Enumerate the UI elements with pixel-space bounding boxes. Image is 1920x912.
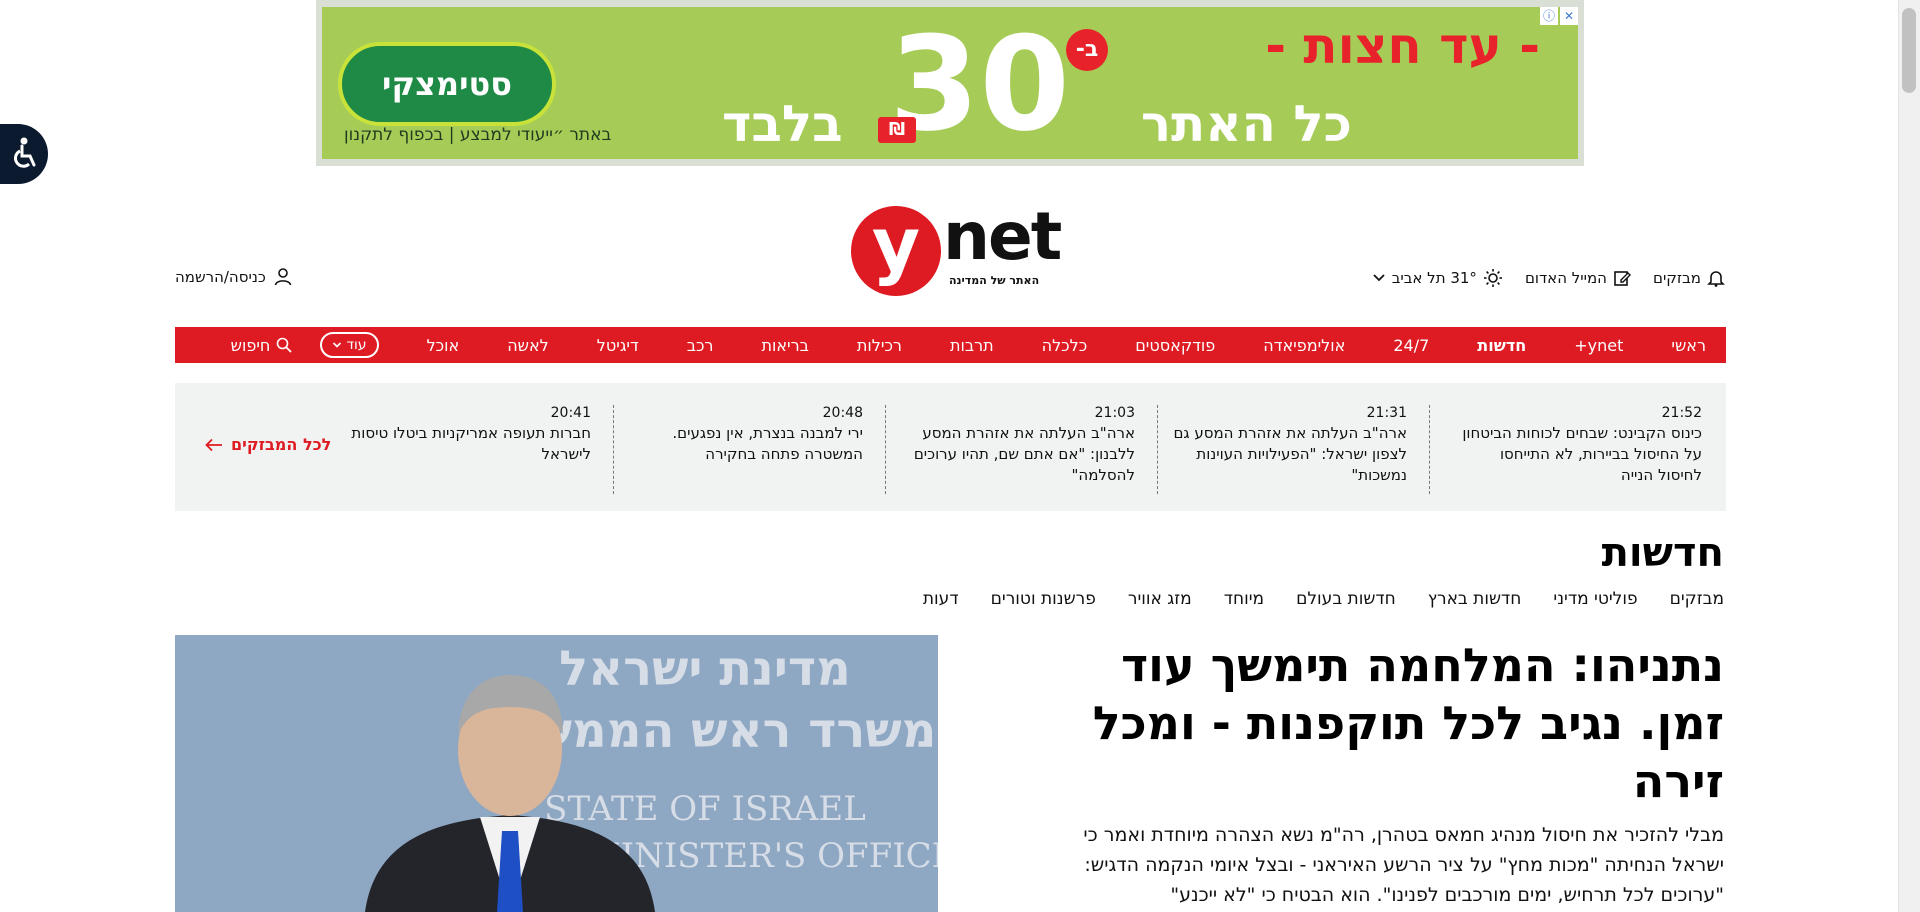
section-title: חדשות (1601, 530, 1724, 576)
flash-text: ארה"ב העלתה את אזהרת המסע גם לצפון ישראל… (1173, 424, 1407, 484)
all-flashes-link[interactable]: לכל המבזקים (205, 435, 331, 454)
section-subnav: מבזקים פוליטי מדיני חדשות בארץ חדשות בעו… (923, 589, 1724, 609)
ad-controls: ⓘ ✕ (1540, 7, 1578, 25)
ad-percent-marker: ב- (1066, 29, 1108, 71)
accessibility-icon (14, 137, 36, 168)
all-flashes-label: לכל המבזקים (231, 435, 332, 454)
logo-y: y (851, 206, 941, 296)
nav-item-cars[interactable]: רכב (687, 336, 714, 355)
close-icon[interactable]: ✕ (1560, 7, 1578, 25)
subnav-item-opinions[interactable]: דעות (923, 589, 959, 609)
nav-item-economy[interactable]: כלכלה (1042, 336, 1088, 355)
ad-headline: - עד חצות - (1265, 17, 1540, 75)
ad-only-text: בלבד (722, 95, 843, 153)
photo-sign-line1: מדינת ישראל (559, 641, 851, 697)
subnav-item-special[interactable]: מיוחד (1224, 589, 1264, 609)
alerts-label: מבזקים (1652, 269, 1701, 287)
login-label: כניסה/הרשמה (175, 268, 266, 286)
main-story-photo: מדינת ישראל משרד ראש הממשלה STATE OF ISR… (175, 635, 938, 912)
main-nav: ראשי ynet+ חדשות 24/7 אולימפיאדה פודקאסט… (175, 327, 1726, 363)
subnav-item-weather[interactable]: מזג אוויר (1128, 589, 1192, 609)
subnav-item-world-news[interactable]: חדשות בעולם (1296, 589, 1396, 609)
nav-item-culture[interactable]: תרבות (950, 336, 994, 355)
red-mail-label: המייל האדום (1524, 269, 1607, 287)
flash-item[interactable]: 21:31 ארה"ב העלתה את אזהרת המסע גם לצפון… (1158, 405, 1430, 494)
flash-text: חברות תעופה אמריקניות ביטלו טיסות לישראל (351, 424, 591, 463)
nav-item-digital[interactable]: דיגיטל (597, 336, 639, 355)
ad-brand-logo: סטימצקי (338, 42, 556, 126)
flash-time: 21:03 (1094, 405, 1135, 421)
search-label: חיפוש (230, 335, 271, 355)
nav-item-news[interactable]: חדשות (1477, 336, 1526, 355)
flash-time: 21:31 (1366, 405, 1407, 421)
subnav-item-local-news[interactable]: חדשות בארץ (1428, 589, 1522, 609)
flash-item[interactable]: 20:41 חברות תעופה אמריקניות ביטלו טיסות … (342, 405, 614, 494)
logo-tagline: האתר של המדינה (949, 274, 1040, 287)
ad-subline: כל האתר (1141, 95, 1352, 153)
main-story-subtitle: מבלי להזכיר את חיסול מנהיג חמאס בטהרן, ר… (1083, 824, 1724, 906)
flash-time: 21:52 (1661, 405, 1702, 421)
nav-item-health[interactable]: בריאות (761, 336, 808, 355)
ad-tagline: באתר ״ייעודי למבצע | בכפוף לתקנון (344, 125, 612, 145)
page-scrollbar[interactable] (1898, 0, 1920, 912)
ad-creative[interactable]: ⓘ ✕ - עד חצות - 30 ב- כל האתר ₪ בלבד סטי… (322, 7, 1578, 159)
nav-item-home[interactable]: ראשי (1671, 336, 1706, 355)
chevron-down-icon (1373, 274, 1385, 282)
red-mail-link[interactable]: המייל האדום (1525, 269, 1631, 287)
user-icon (274, 268, 292, 286)
edit-note-icon (1614, 271, 1631, 286)
header-tools: מבזקים המייל האדום 31° תל אביב (1372, 268, 1725, 288)
flash-item[interactable]: 21:52 כינוס הקבינט: שבחים לכוחות הביטחון… (1452, 405, 1702, 494)
flash-text: ירי למבנה בנצרת, אין נפגעים. המשטרה פתחה… (672, 424, 863, 463)
nav-more-button[interactable]: עוד (320, 332, 379, 358)
nav-more-label: עוד (346, 337, 367, 353)
scrollbar-thumb[interactable] (1902, 8, 1916, 93)
chevron-down-icon (333, 342, 342, 348)
ad-big-number: 30 (889, 8, 1070, 159)
ad-banner[interactable]: ⓘ ✕ - עד חצות - 30 ב- כל האתר ₪ בלבד סטי… (316, 0, 1584, 166)
nav-search-button[interactable]: חיפוש (231, 336, 293, 355)
flash-text: ארה"ב העלתה את אזהרת המסע ללבנון: "אם את… (913, 424, 1135, 484)
photo-sign-en1: STATE OF ISRAEL (544, 789, 866, 829)
logo-net: net (943, 198, 1062, 275)
nav-item-podcasts[interactable]: פודקאסטים (1135, 336, 1215, 355)
alerts-link[interactable]: מבזקים (1653, 269, 1725, 287)
accessibility-button[interactable] (0, 124, 48, 184)
subnav-item-analysis[interactable]: פרשנות וטורים (991, 589, 1096, 609)
nav-item-gossip[interactable]: רכילות (857, 336, 902, 355)
nav-item-women[interactable]: לאשה (507, 336, 549, 355)
main-story-image[interactable]: מדינת ישראל משרד ראש הממשלה STATE OF ISR… (175, 635, 938, 912)
flash-time: 20:41 (550, 405, 591, 421)
subnav-item-politics[interactable]: פוליטי מדיני (1553, 589, 1637, 609)
flash-text: כינוס הקבינט: שבחים לכוחות הביטחון על הח… (1462, 424, 1702, 484)
breaking-news-strip: 21:52 כינוס הקבינט: שבחים לכוחות הביטחון… (175, 383, 1726, 511)
flash-time: 20:48 (822, 405, 863, 421)
ynet-logo[interactable]: y net האתר של המדינה (851, 198, 1062, 296)
nav-item-olympics[interactable]: אולימפיאדה (1263, 336, 1345, 355)
nav-item-food[interactable]: אוכל (427, 336, 460, 355)
search-icon (277, 337, 292, 353)
subnav-item-flashes[interactable]: מבזקים (1670, 589, 1724, 609)
weather-widget[interactable]: 31° תל אביב (1372, 268, 1503, 288)
info-icon[interactable]: ⓘ (1540, 7, 1558, 25)
flash-item[interactable]: 21:03 ארה"ב העלתה את אזהרת המסע ללבנון: … (886, 405, 1158, 494)
weather-label: 31° תל אביב (1391, 269, 1477, 287)
ad-shekel-sign: ₪ (878, 117, 916, 143)
nav-item-24-7[interactable]: 24/7 (1393, 336, 1429, 355)
bell-icon (1707, 271, 1725, 287)
main-story-title[interactable]: נתניהו: המלחמה תימשך עוד זמן. נגיב לכל ת… (1084, 636, 1724, 810)
login-link[interactable]: כניסה/הרשמה (175, 268, 292, 286)
arrow-left-icon (205, 438, 222, 451)
sun-icon (1483, 269, 1502, 287)
flash-item[interactable]: 20:48 ירי למבנה בנצרת, אין נפגעים. המשטר… (614, 405, 886, 494)
nav-item-ynet-plus[interactable]: ynet+ (1574, 336, 1623, 355)
